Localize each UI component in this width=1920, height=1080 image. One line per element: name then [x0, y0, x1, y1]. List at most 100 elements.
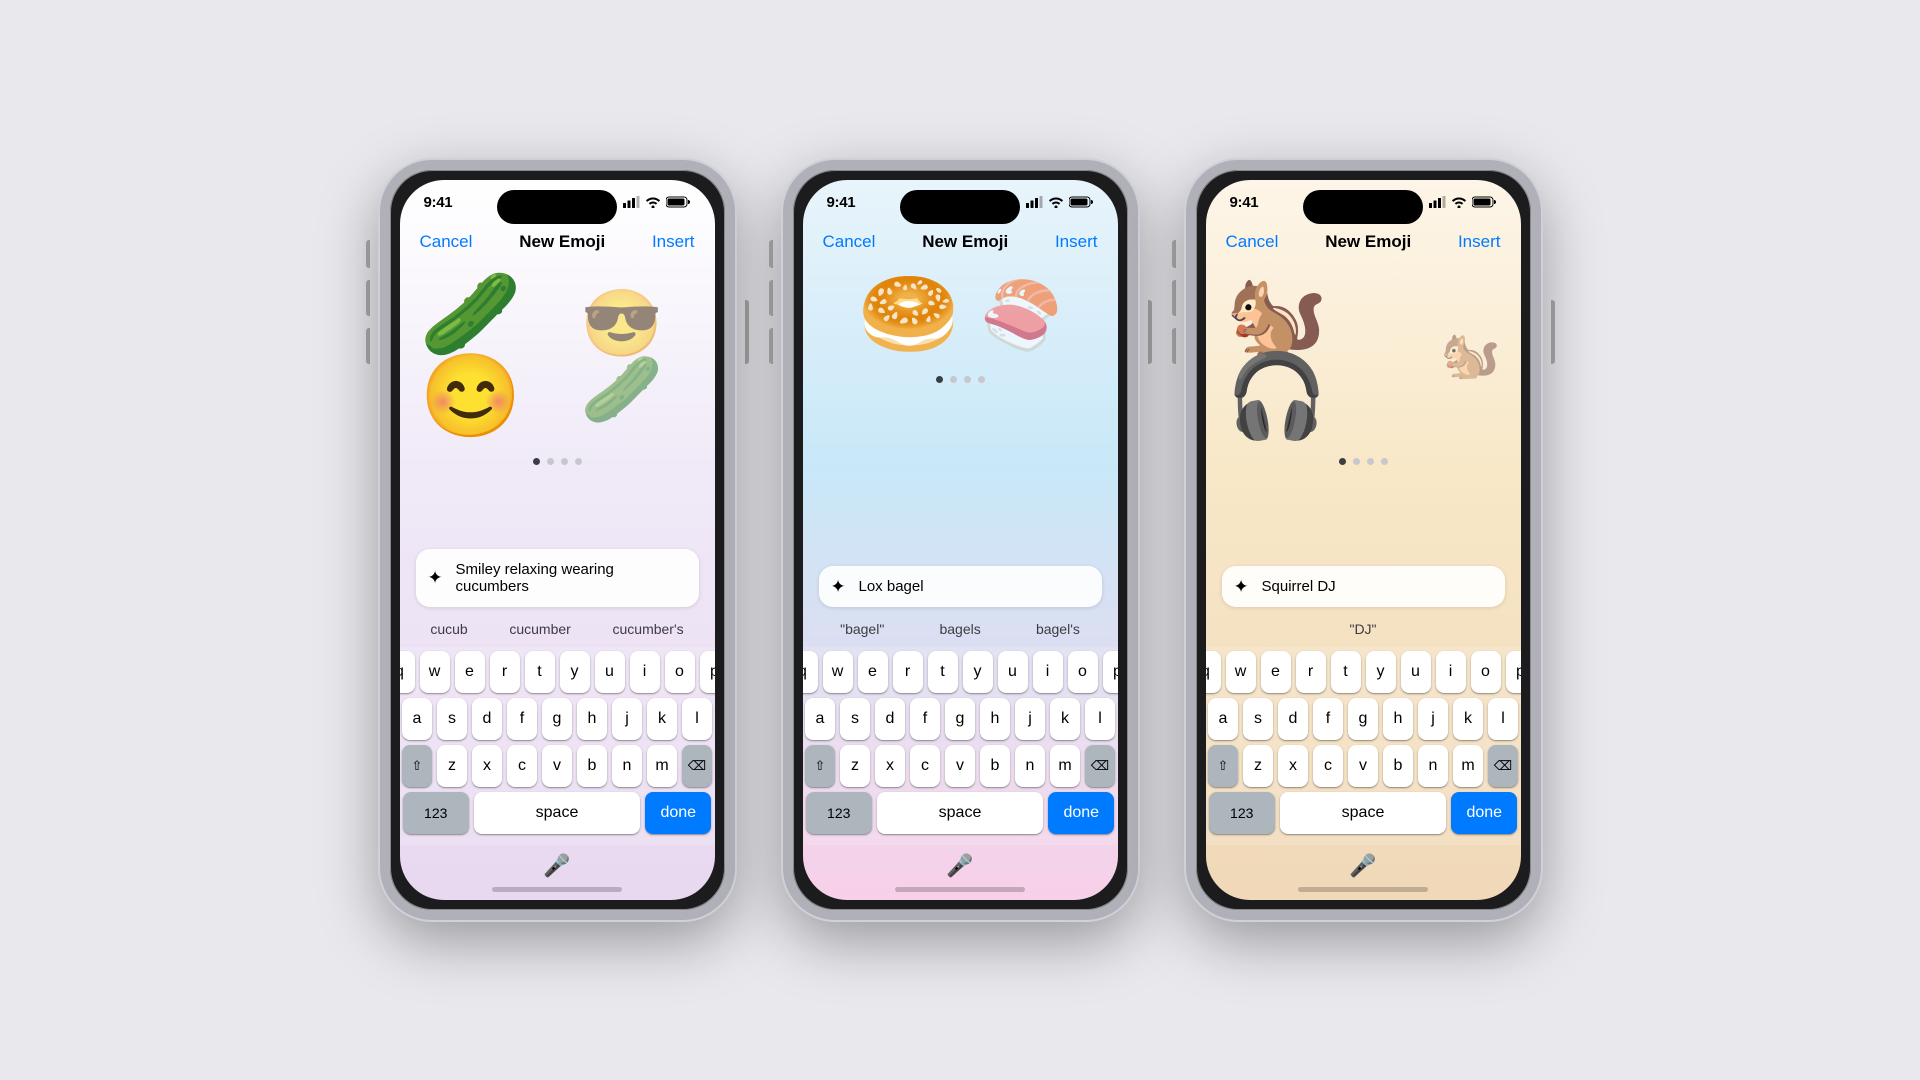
key-o-2[interactable]: o: [1068, 651, 1098, 693]
key-e-2[interactable]: e: [858, 651, 888, 693]
key-a-1[interactable]: a: [402, 698, 432, 740]
key-p-3[interactable]: p: [1506, 651, 1521, 693]
key-k-1[interactable]: k: [647, 698, 677, 740]
key-done-3[interactable]: done: [1451, 792, 1517, 834]
key-x-3[interactable]: x: [1278, 745, 1308, 787]
key-e-3[interactable]: e: [1261, 651, 1291, 693]
key-l-2[interactable]: l: [1085, 698, 1115, 740]
key-k-3[interactable]: k: [1453, 698, 1483, 740]
suggestion-1-1[interactable]: cucub: [422, 617, 475, 641]
suggestion-3-1[interactable]: "DJ": [1341, 617, 1384, 641]
insert-button-2[interactable]: Insert: [1055, 232, 1098, 252]
key-c-1[interactable]: c: [507, 745, 537, 787]
cancel-button-3[interactable]: Cancel: [1226, 232, 1279, 252]
key-u-2[interactable]: u: [998, 651, 1028, 693]
key-s-1[interactable]: s: [437, 698, 467, 740]
key-d-1[interactable]: d: [472, 698, 502, 740]
key-o-1[interactable]: o: [665, 651, 695, 693]
key-j-1[interactable]: j: [612, 698, 642, 740]
key-e-1[interactable]: e: [455, 651, 485, 693]
suggestion-2-3[interactable]: bagel's: [1028, 617, 1088, 641]
key-h-3[interactable]: h: [1383, 698, 1413, 740]
key-g-2[interactable]: g: [945, 698, 975, 740]
input-field-1[interactable]: Smiley relaxing wearing cucumbers: [416, 549, 699, 607]
emoji-secondary-3[interactable]: 🐿️: [1441, 332, 1501, 380]
key-shift-3[interactable]: ⇧: [1208, 745, 1238, 787]
suggestion-1-3[interactable]: cucumber's: [605, 617, 692, 641]
key-z-3[interactable]: z: [1243, 745, 1273, 787]
suggestion-1-2[interactable]: cucumber: [501, 617, 578, 641]
key-n-3[interactable]: n: [1418, 745, 1448, 787]
key-x-1[interactable]: x: [472, 745, 502, 787]
key-backspace-3[interactable]: ⌫: [1488, 745, 1518, 787]
emoji-secondary-1[interactable]: 😎🥒: [581, 290, 695, 422]
key-h-1[interactable]: h: [577, 698, 607, 740]
key-z-2[interactable]: z: [840, 745, 870, 787]
key-m-3[interactable]: m: [1453, 745, 1483, 787]
key-p-2[interactable]: p: [1103, 651, 1118, 693]
key-r-2[interactable]: r: [893, 651, 923, 693]
key-d-2[interactable]: d: [875, 698, 905, 740]
key-x-2[interactable]: x: [875, 745, 905, 787]
key-space-1[interactable]: space: [474, 792, 640, 834]
key-s-3[interactable]: s: [1243, 698, 1273, 740]
key-u-3[interactable]: u: [1401, 651, 1431, 693]
key-t-2[interactable]: t: [928, 651, 958, 693]
key-n-2[interactable]: n: [1015, 745, 1045, 787]
key-k-2[interactable]: k: [1050, 698, 1080, 740]
key-c-3[interactable]: c: [1313, 745, 1343, 787]
key-m-2[interactable]: m: [1050, 745, 1080, 787]
key-l-3[interactable]: l: [1488, 698, 1518, 740]
key-w-3[interactable]: w: [1226, 651, 1256, 693]
key-y-1[interactable]: y: [560, 651, 590, 693]
key-f-2[interactable]: f: [910, 698, 940, 740]
emoji-secondary-2[interactable]: 🍣: [980, 282, 1062, 348]
key-numbers-1[interactable]: 123: [403, 792, 469, 834]
key-v-2[interactable]: v: [945, 745, 975, 787]
suggestion-2-2[interactable]: bagels: [931, 617, 988, 641]
key-done-2[interactable]: done: [1048, 792, 1114, 834]
key-q-2[interactable]: q: [803, 651, 818, 693]
key-w-1[interactable]: w: [420, 651, 450, 693]
key-p-1[interactable]: p: [700, 651, 715, 693]
insert-button-3[interactable]: Insert: [1458, 232, 1501, 252]
key-i-3[interactable]: i: [1436, 651, 1466, 693]
input-field-2[interactable]: Lox bagel: [819, 566, 1102, 607]
key-s-2[interactable]: s: [840, 698, 870, 740]
key-backspace-2[interactable]: ⌫: [1085, 745, 1115, 787]
key-a-2[interactable]: a: [805, 698, 835, 740]
cancel-button-1[interactable]: Cancel: [420, 232, 473, 252]
mic-icon-2[interactable]: 🎤: [946, 853, 973, 879]
key-numbers-3[interactable]: 123: [1209, 792, 1275, 834]
key-j-2[interactable]: j: [1015, 698, 1045, 740]
key-space-3[interactable]: space: [1280, 792, 1446, 834]
key-q-1[interactable]: q: [400, 651, 415, 693]
key-backspace-1[interactable]: ⌫: [682, 745, 712, 787]
key-a-3[interactable]: a: [1208, 698, 1238, 740]
key-v-1[interactable]: v: [542, 745, 572, 787]
cancel-button-2[interactable]: Cancel: [823, 232, 876, 252]
key-c-2[interactable]: c: [910, 745, 940, 787]
key-y-3[interactable]: y: [1366, 651, 1396, 693]
emoji-primary-3[interactable]: 🐿️🎧: [1226, 274, 1421, 438]
key-r-3[interactable]: r: [1296, 651, 1326, 693]
key-g-1[interactable]: g: [542, 698, 572, 740]
key-h-2[interactable]: h: [980, 698, 1010, 740]
key-space-2[interactable]: space: [877, 792, 1043, 834]
key-z-1[interactable]: z: [437, 745, 467, 787]
key-b-2[interactable]: b: [980, 745, 1010, 787]
key-n-1[interactable]: n: [612, 745, 642, 787]
key-i-1[interactable]: i: [630, 651, 660, 693]
key-o-3[interactable]: o: [1471, 651, 1501, 693]
key-b-3[interactable]: b: [1383, 745, 1413, 787]
mic-icon-3[interactable]: 🎤: [1349, 853, 1376, 879]
key-t-1[interactable]: t: [525, 651, 555, 693]
key-done-1[interactable]: done: [645, 792, 711, 834]
emoji-primary-2[interactable]: 🥯: [858, 274, 960, 356]
key-d-3[interactable]: d: [1278, 698, 1308, 740]
key-numbers-2[interactable]: 123: [806, 792, 872, 834]
key-b-1[interactable]: b: [577, 745, 607, 787]
key-v-3[interactable]: v: [1348, 745, 1378, 787]
key-w-2[interactable]: w: [823, 651, 853, 693]
key-u-1[interactable]: u: [595, 651, 625, 693]
